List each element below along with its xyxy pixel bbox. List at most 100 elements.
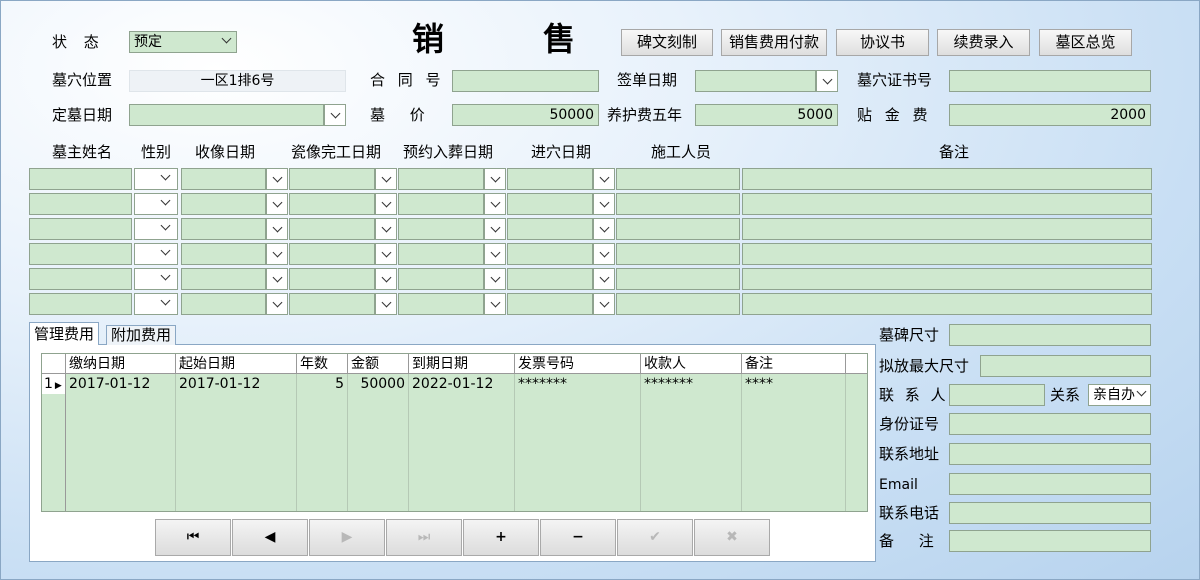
table-row-selector[interactable]: 1 ▶ (42, 374, 66, 394)
tombstone-size-field[interactable] (949, 324, 1151, 346)
occupant-burial-date-field[interactable] (398, 218, 484, 240)
occupant-photo-date-field[interactable] (181, 268, 266, 290)
occupant-remark-field[interactable] (742, 218, 1152, 240)
last-record-button[interactable]: ⏭ (386, 519, 462, 556)
occupant-photo-date-dropdown[interactable] (266, 218, 288, 240)
confirm-button[interactable]: ✔ (617, 519, 693, 556)
table-cell[interactable]: 2017-01-12 (176, 374, 297, 394)
occupant-porcelain-date-field[interactable] (289, 293, 375, 315)
status-select[interactable]: 预定 (129, 31, 237, 53)
order-date-dropdown[interactable] (324, 104, 346, 126)
table-cell[interactable]: 5 (297, 374, 348, 394)
occupant-name-field[interactable] (29, 293, 132, 315)
renewal-entry-button[interactable]: 续费录入 (937, 29, 1030, 56)
occupant-porcelain-date-dropdown[interactable] (375, 243, 397, 265)
address-field[interactable] (949, 443, 1151, 465)
occupant-entry-date-dropdown[interactable] (593, 193, 615, 215)
order-date-field[interactable] (129, 104, 324, 126)
occupant-entry-date-field[interactable] (507, 293, 593, 315)
occupant-name-field[interactable] (29, 168, 132, 190)
occupant-workers-field[interactable] (616, 218, 740, 240)
add-record-button[interactable]: + (463, 519, 539, 556)
occupant-burial-date-dropdown[interactable] (484, 193, 506, 215)
occupant-porcelain-date-field[interactable] (289, 168, 375, 190)
occupant-gender-select[interactable] (134, 268, 178, 290)
sign-date-field[interactable] (695, 70, 816, 92)
occupant-porcelain-date-field[interactable] (289, 193, 375, 215)
occupant-photo-date-field[interactable] (181, 168, 266, 190)
occupant-entry-date-dropdown[interactable] (593, 243, 615, 265)
occupant-burial-date-dropdown[interactable] (484, 168, 506, 190)
occupant-burial-date-dropdown[interactable] (484, 268, 506, 290)
occupant-gender-select[interactable] (134, 243, 178, 265)
occupant-workers-field[interactable] (616, 193, 740, 215)
occupant-remark-field[interactable] (742, 168, 1152, 190)
cemetery-overview-button[interactable]: 墓区总览 (1039, 29, 1132, 56)
id-no-field[interactable] (949, 413, 1151, 435)
occupant-entry-date-field[interactable] (507, 168, 593, 190)
occupant-gender-select[interactable] (134, 168, 178, 190)
occupant-entry-date-field[interactable] (507, 218, 593, 240)
occupant-burial-date-field[interactable] (398, 268, 484, 290)
occupant-gender-select[interactable] (134, 218, 178, 240)
next-record-button[interactable]: ▶ (309, 519, 385, 556)
table-cell[interactable]: **** (742, 374, 846, 394)
occupant-remark-field[interactable] (742, 268, 1152, 290)
occupant-burial-date-field[interactable] (398, 243, 484, 265)
occupant-photo-date-field[interactable] (181, 293, 266, 315)
occupant-name-field[interactable] (29, 243, 132, 265)
occupant-porcelain-date-field[interactable] (289, 268, 375, 290)
tab-additional-fee[interactable]: 附加费用 (106, 325, 177, 345)
occupant-name-field[interactable] (29, 218, 132, 240)
occupant-name-field[interactable] (29, 268, 132, 290)
occupant-photo-date-dropdown[interactable] (266, 168, 288, 190)
occupant-workers-field[interactable] (616, 293, 740, 315)
occupant-workers-field[interactable] (616, 243, 740, 265)
occupant-burial-date-field[interactable] (398, 293, 484, 315)
grave-price-field[interactable]: 50000 (452, 104, 599, 126)
occupant-burial-date-dropdown[interactable] (484, 218, 506, 240)
occupant-photo-date-dropdown[interactable] (266, 293, 288, 315)
occupant-photo-date-field[interactable] (181, 218, 266, 240)
max-size-field[interactable] (980, 355, 1151, 377)
occupant-remark-field[interactable] (742, 243, 1152, 265)
phone-field[interactable] (949, 502, 1151, 524)
table-cell[interactable]: ******* (515, 374, 641, 394)
agreement-button[interactable]: 协议书 (836, 29, 929, 56)
occupant-porcelain-date-dropdown[interactable] (375, 268, 397, 290)
inscription-button[interactable]: 碑文刻制 (621, 29, 713, 56)
occupant-porcelain-date-dropdown[interactable] (375, 168, 397, 190)
occupant-burial-date-field[interactable] (398, 193, 484, 215)
occupant-porcelain-date-dropdown[interactable] (375, 293, 397, 315)
occupant-entry-date-dropdown[interactable] (593, 293, 615, 315)
occupant-gender-select[interactable] (134, 293, 178, 315)
email-field[interactable] (949, 473, 1151, 495)
occupant-photo-date-dropdown[interactable] (266, 268, 288, 290)
prev-record-button[interactable]: ◀ (232, 519, 308, 556)
cert-no-field[interactable] (949, 70, 1151, 92)
contract-no-field[interactable] (452, 70, 599, 92)
occupant-porcelain-date-field[interactable] (289, 243, 375, 265)
occupant-remark-field[interactable] (742, 193, 1152, 215)
occupant-entry-date-dropdown[interactable] (593, 168, 615, 190)
occupant-photo-date-field[interactable] (181, 193, 266, 215)
occupant-gender-select[interactable] (134, 193, 178, 215)
gold-fee-field[interactable]: 2000 (949, 104, 1151, 126)
maintenance-fee-field[interactable]: 5000 (695, 104, 838, 126)
table-cell[interactable]: ******* (641, 374, 742, 394)
tab-management-fee[interactable]: 管理费用 (29, 322, 100, 345)
contact-field[interactable] (949, 384, 1045, 406)
occupant-burial-date-dropdown[interactable] (484, 243, 506, 265)
table-cell[interactable]: 50000 (348, 374, 409, 394)
occupant-workers-field[interactable] (616, 268, 740, 290)
occupant-photo-date-dropdown[interactable] (266, 193, 288, 215)
delete-record-button[interactable]: − (540, 519, 616, 556)
occupant-entry-date-field[interactable] (507, 243, 593, 265)
occupant-photo-date-dropdown[interactable] (266, 243, 288, 265)
occupant-entry-date-dropdown[interactable] (593, 268, 615, 290)
table-cell[interactable]: 2017-01-12 (66, 374, 176, 394)
first-record-button[interactable]: ⏮ (155, 519, 231, 556)
sign-date-dropdown[interactable] (816, 70, 838, 92)
relation-select[interactable]: 亲自办 (1088, 384, 1151, 406)
occupant-porcelain-date-field[interactable] (289, 218, 375, 240)
